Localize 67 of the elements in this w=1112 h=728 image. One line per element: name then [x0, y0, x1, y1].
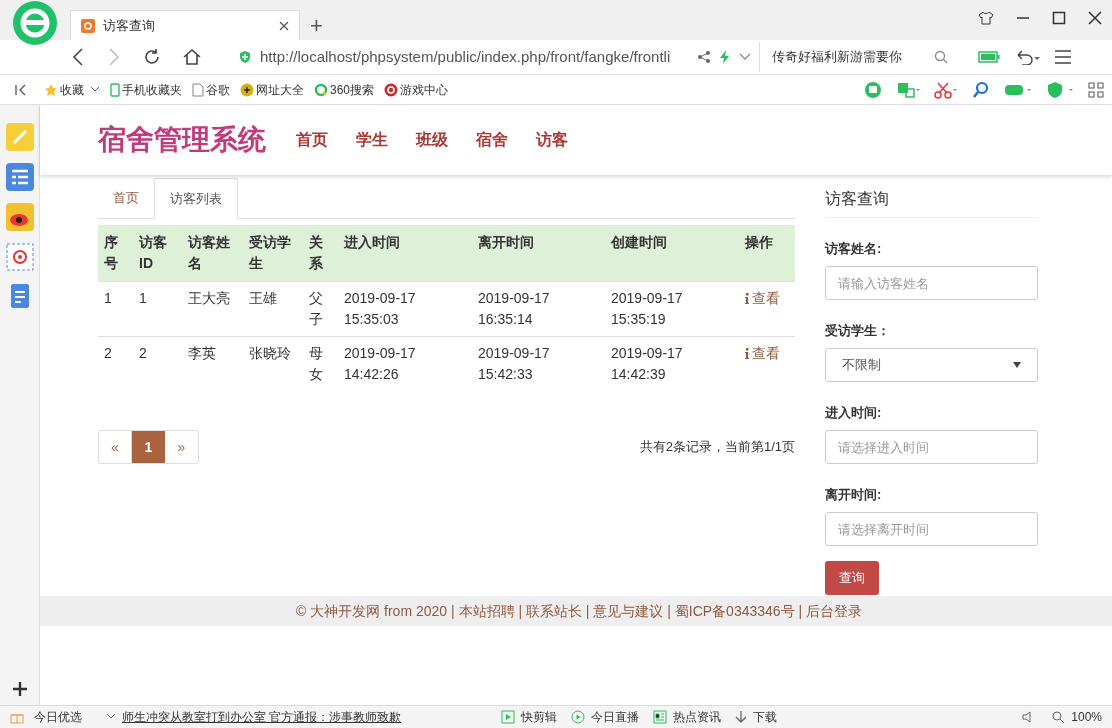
- zoom-level[interactable]: 100%: [1071, 708, 1102, 726]
- bookmark-link[interactable]: 网址大全: [240, 80, 304, 99]
- bookmark-link[interactable]: 手机收藏夹: [110, 80, 182, 99]
- field-label: 进入时间:: [825, 404, 883, 422]
- daily-picks-link[interactable]: 今日优选: [34, 708, 82, 726]
- column-header: 序号: [98, 225, 133, 282]
- table-cell: 2019-09-17 15:35:19: [605, 281, 739, 337]
- table-cell: 王雄: [243, 281, 303, 337]
- table-cell: 2019-09-17 14:42:26: [338, 336, 472, 391]
- table-cell: 1: [98, 281, 133, 337]
- column-header: 离开时间: [472, 225, 605, 282]
- site-title: 宿舍管理系统: [98, 123, 266, 157]
- news-link[interactable]: 师生冲突从教室打到办公室 官方通报：涉事教师致歉: [122, 708, 402, 726]
- table-cell: 母女: [303, 336, 338, 391]
- browser-tab[interactable]: 访客查询: [70, 10, 300, 40]
- table-cell: 2019-09-17 15:35:03: [338, 281, 472, 337]
- field-label: 访客姓名:: [825, 240, 883, 258]
- input-field[interactable]: 请选择离开时间: [825, 512, 1038, 546]
- status-bar-link[interactable]: 快剪辑: [501, 708, 558, 726]
- status-bar-link[interactable]: 今日直播: [571, 708, 640, 726]
- table-cell: 1: [133, 281, 182, 337]
- input-field[interactable]: 请选择进入时间: [825, 430, 1038, 464]
- new-tab-button[interactable]: +: [310, 15, 323, 37]
- search-field[interactable]: 传奇好福利新游需要你: [760, 42, 960, 72]
- table-cell: 2019-09-17 15:42:33: [472, 336, 605, 391]
- next-page-button[interactable]: »: [165, 431, 198, 463]
- view-link[interactable]: 查看: [745, 343, 780, 364]
- column-header: 创建时间: [605, 225, 739, 282]
- nav-link[interactable]: 宿舍: [476, 128, 508, 152]
- column-header: 访客姓名: [182, 225, 243, 282]
- table-cell: 2019-09-17 14:42:39: [605, 336, 739, 391]
- bookmark-link[interactable]: 谷歌: [192, 80, 230, 99]
- footer-links: © 大神开发网 from 2020 | 本站招聘 | 联系站长 | 意见与建议 | 蜀ICP备0343346号 | 后台登录: [295, 601, 863, 621]
- nav-link[interactable]: 访客: [536, 128, 568, 152]
- bookmark-link[interactable]: 收藏: [44, 80, 100, 99]
- record-summary: 共有2条记录，当前第1/1页: [639, 438, 795, 457]
- table-cell: 父子: [303, 281, 338, 337]
- table-cell: 2: [133, 336, 182, 391]
- tab[interactable]: 访客列表: [154, 178, 238, 219]
- field-label: 离开时间:: [825, 486, 883, 504]
- page-button[interactable]: 1: [132, 431, 165, 463]
- bookmark-link[interactable]: 360搜索: [314, 80, 375, 99]
- column-header: 操作: [739, 225, 795, 282]
- query-button[interactable]: 查询: [825, 561, 879, 595]
- panel-title: 访客查询: [825, 187, 1038, 218]
- tab-title: 访客查询: [103, 16, 156, 35]
- address-field[interactable]: http://localhost/phpsystem/public/index.php/front/fangke/frontli: [230, 42, 760, 72]
- tab[interactable]: 首页: [98, 178, 154, 218]
- input-field[interactable]: 请输入访客姓名: [825, 266, 1038, 300]
- field-label: 受访学生：: [825, 322, 891, 340]
- status-bar-link[interactable]: 下载: [735, 708, 778, 726]
- table-cell: 张晓玲: [243, 336, 303, 391]
- table-cell: 王大亮: [182, 281, 243, 337]
- column-header: 进入时间: [338, 225, 472, 282]
- nav-link[interactable]: 学生: [356, 128, 388, 152]
- nav-link[interactable]: 首页: [296, 128, 328, 152]
- view-link[interactable]: 查看: [745, 288, 780, 309]
- column-header: 关系: [303, 225, 338, 282]
- column-header: 访客ID: [133, 225, 182, 282]
- nav-link[interactable]: 班级: [416, 128, 448, 152]
- table-cell: 2019-09-17 16:35:14: [472, 281, 605, 337]
- table-cell: 李英: [182, 336, 243, 391]
- status-bar-link[interactable]: 热点资讯: [653, 708, 722, 726]
- select-field[interactable]: 不限制: [825, 348, 1038, 382]
- table-cell: 2: [98, 336, 133, 391]
- column-header: 受访学生: [243, 225, 303, 282]
- bookmark-link[interactable]: 游戏中心: [384, 80, 449, 99]
